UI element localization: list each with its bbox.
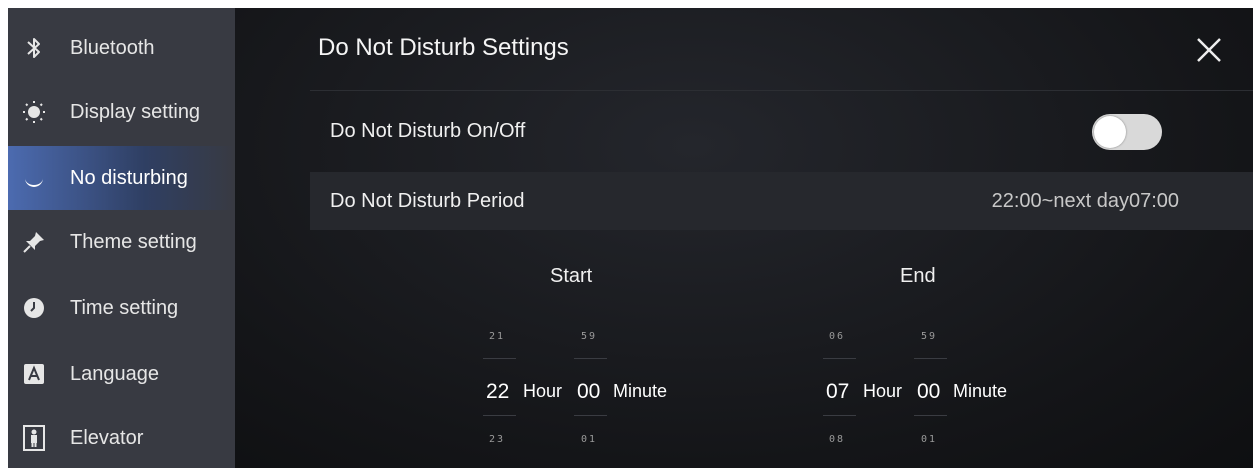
header-divider (310, 90, 1253, 91)
language-icon (22, 362, 46, 386)
sidebar-item-label: Bluetooth (70, 36, 155, 59)
sidebar-item-label: No disturbing (70, 166, 188, 189)
sidebar-item-label: Display setting (70, 100, 201, 123)
picker-divider (914, 358, 947, 359)
end-hour-prev: 06 (829, 331, 846, 342)
start-hour-unit: Hour (523, 381, 563, 401)
sidebar-item-theme-setting[interactable]: Theme setting (8, 210, 235, 274)
start-minute-unit: Minute (613, 381, 668, 401)
sidebar-item-no-disturbing[interactable]: No disturbing (8, 146, 235, 210)
sidebar-item-label: Language (70, 362, 159, 385)
end-minute-unit: Minute (953, 381, 1008, 401)
picker-divider (483, 358, 516, 359)
start-hour-wheel[interactable]: 22 (486, 380, 509, 404)
picker-divider (823, 415, 856, 416)
picker-divider (574, 415, 607, 416)
sidebar-item-label: Elevator (70, 426, 144, 449)
end-hour-next: 08 (829, 434, 846, 445)
clock-icon (22, 296, 46, 320)
start-minute-prev: 59 (581, 331, 598, 342)
close-icon[interactable] (1193, 34, 1225, 66)
moon-icon (22, 166, 46, 190)
sidebar-item-label: Theme setting (70, 230, 197, 253)
end-minute-wheel[interactable]: 00 (917, 380, 940, 404)
dnd-period-label: Do Not Disturb Period (330, 189, 525, 212)
picker-divider (574, 358, 607, 359)
dnd-toggle-label: Do Not Disturb On/Off (330, 119, 526, 142)
end-hour-wheel[interactable]: 07 (826, 380, 849, 404)
start-hour-next: 23 (489, 434, 506, 445)
picker-divider (914, 415, 947, 416)
sun-icon (22, 100, 46, 124)
end-heading: End (900, 265, 936, 287)
sidebar-item-label: Time setting (70, 296, 179, 319)
start-heading: Start (550, 265, 593, 287)
dnd-period-row[interactable]: Do Not Disturb Period 22:00~next day07:0… (310, 172, 1253, 230)
pin-icon (22, 230, 46, 254)
elevator-icon (22, 425, 46, 451)
end-hour-unit: Hour (863, 381, 903, 401)
sidebar-item-language[interactable]: Language (8, 342, 235, 406)
end-minute-next: 01 (921, 434, 938, 445)
sidebar-item-display-setting[interactable]: Display setting (8, 80, 235, 144)
start-minute-wheel[interactable]: 00 (577, 380, 600, 404)
picker-divider (483, 415, 516, 416)
start-minute-next: 01 (581, 434, 598, 445)
dnd-period-value: 22:00~next day07:00 (991, 189, 1179, 212)
dnd-toggle-switch[interactable] (1092, 114, 1162, 150)
end-minute-prev: 59 (921, 331, 938, 342)
sidebar: Bluetooth Display setting No disturbing … (8, 8, 235, 468)
page-title: Do Not Disturb Settings (318, 34, 569, 61)
sidebar-item-elevator[interactable]: Elevator (8, 406, 235, 470)
bluetooth-icon (22, 36, 46, 60)
start-hour-prev: 21 (489, 331, 506, 342)
picker-divider (823, 358, 856, 359)
sidebar-item-bluetooth[interactable]: Bluetooth (8, 16, 235, 80)
settings-panel: Do Not Disturb Settings Do Not Disturb O… (235, 8, 1253, 468)
toggle-knob (1094, 116, 1126, 148)
sidebar-item-time-setting[interactable]: Time setting (8, 276, 235, 340)
